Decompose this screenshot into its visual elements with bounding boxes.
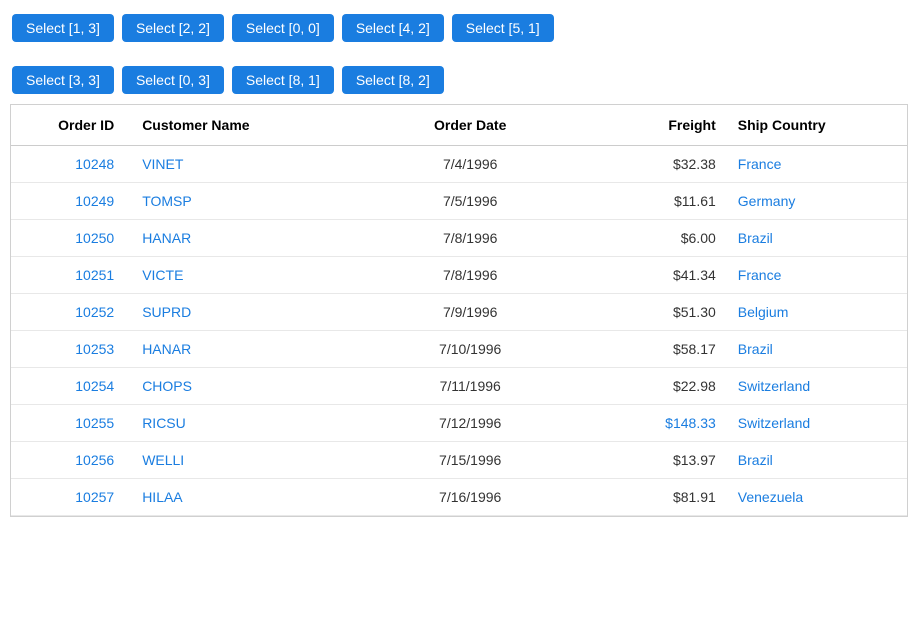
cell-orderid: 10249: [11, 183, 134, 220]
cell-customer: WELLI: [134, 442, 358, 479]
cell-country: France: [728, 257, 907, 294]
cell-country: Germany: [728, 183, 907, 220]
toolbar-row-1: Select [1, 3] Select [2, 2] Select [0, 0] S…: [0, 0, 918, 52]
cell-customer: VICTE: [134, 257, 358, 294]
cell-date: 7/4/1996: [358, 146, 582, 183]
cell-freight: $51.30: [582, 294, 728, 331]
cell-orderid: 10257: [11, 479, 134, 516]
cell-date: 7/16/1996: [358, 479, 582, 516]
cell-orderid: 10250: [11, 220, 134, 257]
header-row: Order ID Customer Name Order Date Freigh…: [11, 105, 907, 146]
cell-customer: TOMSP: [134, 183, 358, 220]
cell-freight: $13.97: [582, 442, 728, 479]
cell-country: Brazil: [728, 442, 907, 479]
cell-customer: CHOPS: [134, 368, 358, 405]
select-button[interactable]: Select [1, 3]: [12, 14, 114, 42]
select-button[interactable]: Select [3, 3]: [12, 66, 114, 94]
cell-date: 7/8/1996: [358, 257, 582, 294]
toolbar-row-2: Select [3, 3] Select [0, 3] Select [8, 1] S…: [0, 52, 918, 104]
cell-orderid: 10248: [11, 146, 134, 183]
data-table-container: Order ID Customer Name Order Date Freigh…: [10, 104, 908, 517]
cell-date: 7/15/1996: [358, 442, 582, 479]
cell-freight: $41.34: [582, 257, 728, 294]
table-scroll-area[interactable]: Order ID Customer Name Order Date Freigh…: [11, 105, 907, 516]
select-button[interactable]: Select [8, 2]: [342, 66, 444, 94]
cell-date: 7/5/1996: [358, 183, 582, 220]
cell-country: France: [728, 146, 907, 183]
table-row[interactable]: 10257HILAA7/16/1996$81.91Venezuela: [11, 479, 907, 516]
cell-customer: VINET: [134, 146, 358, 183]
select-button[interactable]: Select [4, 2]: [342, 14, 444, 42]
cell-orderid: 10252: [11, 294, 134, 331]
select-button[interactable]: Select [8, 1]: [232, 66, 334, 94]
cell-customer: HILAA: [134, 479, 358, 516]
cell-freight: $32.38: [582, 146, 728, 183]
cell-date: 7/8/1996: [358, 220, 582, 257]
cell-orderid: 10256: [11, 442, 134, 479]
cell-country: Brazil: [728, 331, 907, 368]
cell-orderid: 10253: [11, 331, 134, 368]
table-row[interactable]: 10256WELLI7/15/1996$13.97Brazil: [11, 442, 907, 479]
table-body: 10248VINET7/4/1996$32.38France10249TOMSP…: [11, 146, 907, 516]
table-row[interactable]: 10254CHOPS7/11/1996$22.98Switzerland: [11, 368, 907, 405]
cell-customer: SUPRD: [134, 294, 358, 331]
col-header-customer: Customer Name: [134, 105, 358, 146]
col-header-date: Order Date: [358, 105, 582, 146]
col-header-country: Ship Country: [728, 105, 907, 146]
cell-orderid: 10254: [11, 368, 134, 405]
table-row[interactable]: 10251VICTE7/8/1996$41.34France: [11, 257, 907, 294]
cell-orderid: 10255: [11, 405, 134, 442]
table-row[interactable]: 10255RICSU7/12/1996$148.33Switzerland: [11, 405, 907, 442]
select-button[interactable]: Select [5, 1]: [452, 14, 554, 42]
cell-orderid: 10251: [11, 257, 134, 294]
cell-country: Switzerland: [728, 368, 907, 405]
cell-freight: $58.17: [582, 331, 728, 368]
toolbar-section: Select [1, 3] Select [2, 2] Select [0, 0] S…: [0, 0, 918, 104]
select-button[interactable]: Select [2, 2]: [122, 14, 224, 42]
cell-customer: HANAR: [134, 331, 358, 368]
cell-date: 7/9/1996: [358, 294, 582, 331]
cell-country: Venezuela: [728, 479, 907, 516]
cell-country: Belgium: [728, 294, 907, 331]
table-row[interactable]: 10248VINET7/4/1996$32.38France: [11, 146, 907, 183]
cell-freight: $6.00: [582, 220, 728, 257]
col-header-orderid: Order ID: [11, 105, 134, 146]
table-row[interactable]: 10252SUPRD7/9/1996$51.30Belgium: [11, 294, 907, 331]
table-row[interactable]: 10249TOMSP7/5/1996$11.61Germany: [11, 183, 907, 220]
cell-country: Switzerland: [728, 405, 907, 442]
select-button[interactable]: Select [0, 0]: [232, 14, 334, 42]
col-header-freight: Freight: [582, 105, 728, 146]
cell-freight: $81.91: [582, 479, 728, 516]
cell-freight: $11.61: [582, 183, 728, 220]
cell-date: 7/10/1996: [358, 331, 582, 368]
table-row[interactable]: 10253HANAR7/10/1996$58.17Brazil: [11, 331, 907, 368]
cell-customer: RICSU: [134, 405, 358, 442]
cell-customer: HANAR: [134, 220, 358, 257]
orders-table: Order ID Customer Name Order Date Freigh…: [11, 105, 907, 516]
table-row[interactable]: 10250HANAR7/8/1996$6.00Brazil: [11, 220, 907, 257]
cell-freight: $22.98: [582, 368, 728, 405]
select-button[interactable]: Select [0, 3]: [122, 66, 224, 94]
cell-date: 7/11/1996: [358, 368, 582, 405]
cell-date: 7/12/1996: [358, 405, 582, 442]
cell-freight: $148.33: [582, 405, 728, 442]
cell-country: Brazil: [728, 220, 907, 257]
table-header: Order ID Customer Name Order Date Freigh…: [11, 105, 907, 146]
